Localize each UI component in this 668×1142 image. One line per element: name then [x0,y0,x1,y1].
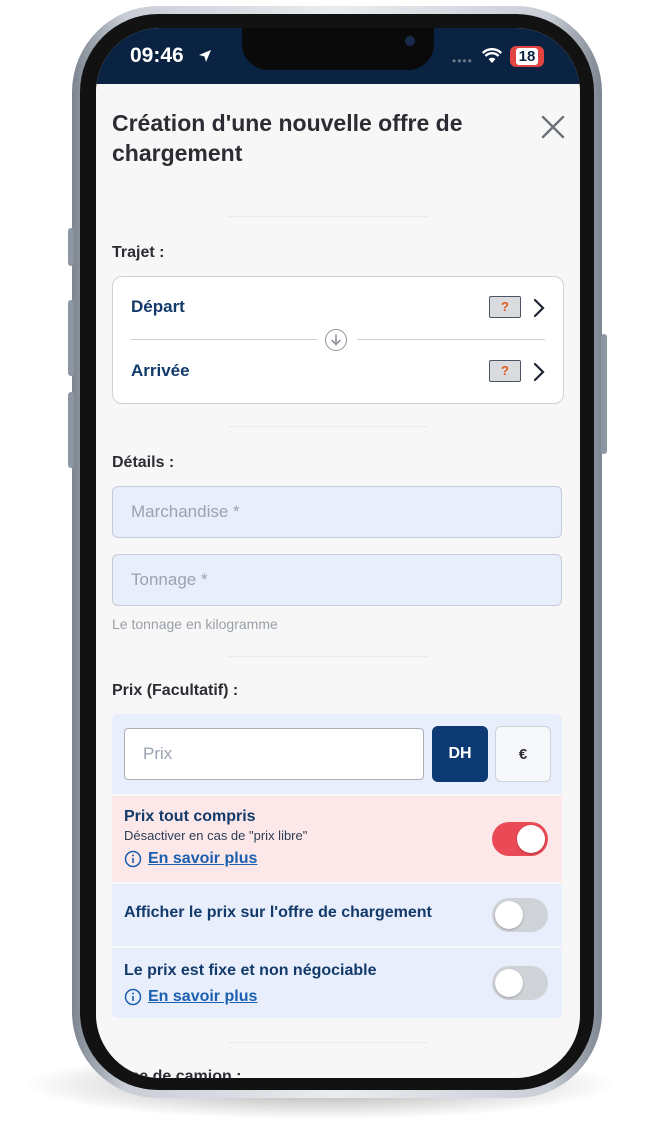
tonnage-hint: Le tonnage en kilogramme [112,616,278,632]
signal-dots-icon: •••• [452,54,473,68]
price-field[interactable] [124,728,424,780]
page-title: Création d'une nouvelle offre de chargem… [112,110,463,166]
option-title: Prix tout compris [124,808,256,825]
camera-icon [405,36,415,46]
unknown-badge: ? [489,296,521,318]
power-button [601,334,607,454]
toggle-knob [495,969,523,997]
battery-icon: 18 [510,46,544,67]
notch [242,28,434,70]
location-arrow-icon [199,50,211,62]
option-title: Afficher le prix sur l'offre de chargeme… [124,904,432,921]
section-label-prix: Prix (Facultatif) : [112,682,239,699]
form-sheet: Création d'une nouvelle offre de chargem… [96,84,580,1078]
toggle-knob [495,901,523,929]
option-subtitle: Désactiver en cas de "prix libre" [124,828,308,843]
option-prix-fixe: Le prix est fixe et non négociable En sa… [112,948,562,1018]
route-divider [131,339,317,340]
section-separator [228,1042,428,1043]
phone-screen: 09:46 •••• 18 Création d'une nouvelle of… [96,28,580,1078]
close-icon[interactable] [540,114,566,140]
arrival-row[interactable]: Arrivée ? [113,341,563,403]
price-input[interactable] [125,729,423,779]
status-time: 09:46 [130,44,184,67]
option-prix-tout-compris: Prix tout compris Désactiver en cas de "… [112,796,562,882]
section-label-type-camion: Type de camion : [112,1068,242,1078]
silent-switch [68,228,74,266]
option-title: Le prix est fixe et non négociable [124,962,377,979]
tonnage-field[interactable] [112,554,562,606]
learn-more-link[interactable]: En savoir plus [124,988,257,1006]
toggle-afficher-prix[interactable] [492,898,548,932]
section-label-trajet: Trajet : [112,244,165,261]
departure-label: Départ [131,297,185,316]
toggle-prix-fixe[interactable] [492,966,548,1000]
price-panel: DH € Prix tout compris Désactiver en cas… [112,714,562,1018]
chevron-right-icon [533,298,545,318]
currency-dh-button[interactable]: DH [432,726,488,782]
info-icon [124,850,142,868]
merchandise-field[interactable] [112,486,562,538]
toggle-prix-tout-compris[interactable] [492,822,548,856]
currency-eur-button[interactable]: € [495,726,551,782]
route-divider [357,339,545,340]
learn-more-text: En savoir plus [148,988,258,1005]
section-separator [228,216,428,217]
chevron-right-icon [533,362,545,382]
volume-down-button [68,392,74,468]
learn-more-text: En savoir plus [148,850,258,867]
wifi-icon [482,48,502,63]
battery-level: 18 [515,48,539,65]
section-separator [228,426,428,427]
toggle-knob [517,825,545,853]
unknown-badge: ? [489,360,521,382]
volume-up-button [68,300,74,376]
info-icon [124,988,142,1006]
merchandise-input[interactable] [113,487,561,537]
tonnage-input[interactable] [113,555,561,605]
arrival-label: Arrivée [131,361,190,380]
section-label-details: Détails : [112,454,175,471]
learn-more-link[interactable]: En savoir plus [124,850,257,868]
route-card: Départ ? Arrivée ? [112,276,564,404]
section-separator [228,656,428,657]
option-afficher-prix: Afficher le prix sur l'offre de chargeme… [112,884,562,946]
